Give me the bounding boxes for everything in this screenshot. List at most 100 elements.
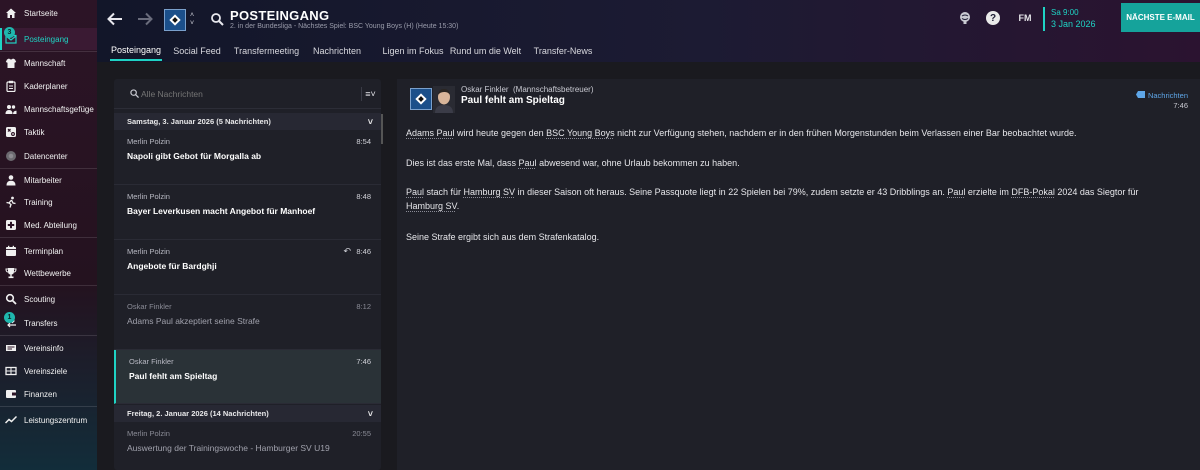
- tab-ligen-im-fokus[interactable]: Ligen im Fokus: [376, 40, 450, 61]
- sidebar-item-datencenter[interactable]: Datencenter: [0, 145, 97, 167]
- competition-link[interactable]: DFB-Pokal: [1011, 187, 1055, 197]
- sidebar-item-kaderplaner[interactable]: Kaderplaner: [0, 75, 97, 97]
- sidebar-item-vereinsziele[interactable]: Vereinsziele: [0, 360, 97, 382]
- tab-nachrichten[interactable]: Nachrichten: [311, 40, 363, 61]
- sidebar-item-terminplan[interactable]: Terminplan: [0, 240, 97, 262]
- date-group-header[interactable]: Freitag, 2. Januar 2026 (14 Nachrichten)…: [114, 405, 381, 422]
- club-link[interactable]: BSC Young Boys: [546, 128, 615, 138]
- sidebar: Startseite 3 Posteingang Mannschaft Kade…: [0, 0, 97, 470]
- reply-icon: ↶: [343, 246, 351, 256]
- message-subject: Bayer Leverkusen macht Angebot für Manho…: [127, 206, 316, 216]
- help-icon[interactable]: ?: [986, 11, 1000, 25]
- category-tag[interactable]: Nachrichten: [1135, 91, 1188, 100]
- users-icon: [4, 103, 17, 116]
- search-icon: [130, 89, 139, 101]
- club-link[interactable]: Hamburg SV: [464, 187, 516, 197]
- back-arrow-icon[interactable]: [106, 10, 124, 28]
- list-item-selected[interactable]: Oskar Finkler 7:46 Paul fehlt am Spielta…: [114, 350, 381, 404]
- player-link[interactable]: Adams Paul: [406, 128, 455, 138]
- tag-icon: [1135, 91, 1145, 100]
- tab-transfer-news[interactable]: Transfer-News: [533, 40, 593, 61]
- club-crest-icon[interactable]: [164, 9, 186, 31]
- divider: [0, 335, 97, 336]
- sidebar-item-label: Med. Abteilung: [24, 220, 77, 230]
- sidebar-item-label: Datencenter: [24, 151, 68, 161]
- body-text: Dies ist das erste Mal, dass: [406, 158, 519, 168]
- message-sender: Oskar Finkler: [127, 302, 172, 311]
- sidebar-item-vereinsinfo[interactable]: Vereinsinfo: [0, 337, 97, 359]
- sidebar-item-mitarbeiter[interactable]: Mitarbeiter: [0, 169, 97, 191]
- home-icon: [4, 7, 17, 20]
- sidebar-item-label: Mannschaftsgefüge: [24, 104, 94, 114]
- message-sender: Merlin Polzin: [127, 192, 170, 201]
- chevron-down-icon: ˅: [367, 116, 373, 127]
- date-accent-bar: [1043, 7, 1045, 31]
- message-time: 20:55: [352, 429, 371, 438]
- calendar-icon: [4, 245, 17, 258]
- tab-transfermeeting[interactable]: Transfermeeting: [234, 40, 299, 61]
- body-text: erzielte im: [965, 187, 1012, 197]
- club-link[interactable]: Hamburg SV: [406, 201, 457, 211]
- current-time: Sa 9:00: [1051, 8, 1079, 17]
- list-item[interactable]: Oskar Finkler 8:12 Adams Paul akzeptiert…: [114, 295, 381, 350]
- medical-icon: [4, 219, 17, 232]
- detail-sender: Oskar Finkler (Mannschaftsbetreuer): [461, 85, 594, 94]
- tab-social-feed[interactable]: Social Feed: [172, 40, 222, 61]
- list-item[interactable]: Merlin Polzin 8:48 Bayer Leverkusen mach…: [114, 185, 381, 240]
- message-sender: Oskar Finkler: [129, 357, 174, 366]
- finance-icon: [4, 388, 17, 401]
- sidebar-item-scouting[interactable]: Scouting: [0, 288, 97, 310]
- sidebar-item-label: Posteingang: [24, 34, 69, 44]
- message-subject: Adams Paul akzeptiert seine Strafe: [127, 316, 260, 326]
- sidebar-item-wettbewerbe[interactable]: Wettbewerbe: [0, 262, 97, 284]
- sidebar-item-label: Transfers: [24, 318, 58, 328]
- sender-avatar[interactable]: [433, 86, 455, 113]
- tab-posteingang[interactable]: Posteingang: [110, 40, 162, 61]
- player-link[interactable]: Paul: [406, 187, 424, 197]
- message-time: 7:46: [356, 357, 371, 366]
- list-scrollbar[interactable]: [381, 114, 383, 144]
- sidebar-item-label: Leistungszentrum: [24, 415, 88, 425]
- sidebar-item-med-abteilung[interactable]: Med. Abteilung: [0, 214, 97, 236]
- sidebar-item-training[interactable]: Training: [0, 191, 97, 213]
- search-icon[interactable]: [210, 12, 224, 26]
- sidebar-item-startseite[interactable]: Startseite: [0, 2, 97, 24]
- message-sender: Merlin Polzin: [127, 429, 170, 438]
- sidebar-item-mannschaftsgefuege[interactable]: Mannschaftsgefüge: [0, 98, 97, 120]
- list-item[interactable]: Merlin Polzin 20:55 Auswertung der Train…: [114, 422, 381, 470]
- next-match-subtitle: 2. in der Bundesliga - Nächstes Spiel: B…: [230, 23, 459, 30]
- sidebar-item-transfers[interactable]: 1 Transfers: [0, 312, 97, 334]
- brain-icon[interactable]: [957, 10, 973, 26]
- sidebar-item-taktik[interactable]: Taktik: [0, 121, 97, 143]
- sidebar-item-posteingang[interactable]: 3 Posteingang: [0, 27, 97, 50]
- sidebar-item-leistungszentrum[interactable]: Leistungszentrum: [0, 409, 97, 431]
- body-text: in dieser Saison oft heraus. Seine Passq…: [515, 187, 948, 197]
- list-item[interactable]: Merlin Polzin 8:54 Napoli gibt Gebot für…: [114, 130, 381, 185]
- fm-menu-button[interactable]: FM: [1014, 11, 1036, 25]
- player-link[interactable]: Paul: [519, 158, 537, 168]
- sender-name[interactable]: Oskar Finkler: [461, 85, 509, 94]
- sidebar-item-finanzen[interactable]: Finanzen: [0, 383, 97, 405]
- club-switch-chevron-icon[interactable]: ˄ ˅: [187, 9, 197, 31]
- sidebar-item-mannschaft[interactable]: Mannschaft: [0, 52, 97, 74]
- message-subject: Angebote für Bardghji: [127, 261, 217, 271]
- filter-menu-icon[interactable]: ≡˅: [361, 87, 379, 101]
- sidebar-item-label: Training: [24, 197, 53, 207]
- inbox-badge: 3: [4, 27, 15, 38]
- message-subject: Paul fehlt am Spieltag: [129, 371, 218, 381]
- tactics-icon: [4, 126, 17, 139]
- body-text: nicht zur Verfügung stehen, nachdem er i…: [614, 128, 1077, 138]
- shirt-icon: [4, 57, 17, 70]
- divider: [0, 406, 97, 407]
- next-email-button[interactable]: NÄCHSTE E-MAIL: [1121, 3, 1200, 32]
- player-link[interactable]: Paul: [947, 187, 965, 197]
- body-text: abwesend war, ohne Urlaub bekommen zu ha…: [536, 158, 740, 168]
- forward-arrow-icon[interactable]: [136, 10, 154, 28]
- search-input[interactable]: [141, 87, 341, 101]
- date-group-header[interactable]: Samstag, 3. Januar 2026 (5 Nachrichten) …: [114, 113, 381, 130]
- tab-rund-um-die-welt[interactable]: Rund um die Welt: [450, 40, 521, 61]
- message-time: 8:46: [356, 247, 371, 256]
- list-item[interactable]: Merlin Polzin ↶ 8:46 Angebote für Bardgh…: [114, 240, 381, 295]
- message-detail: Oskar Finkler (Mannschaftsbetreuer) Paul…: [397, 79, 1200, 470]
- sidebar-item-label: Terminplan: [24, 246, 64, 256]
